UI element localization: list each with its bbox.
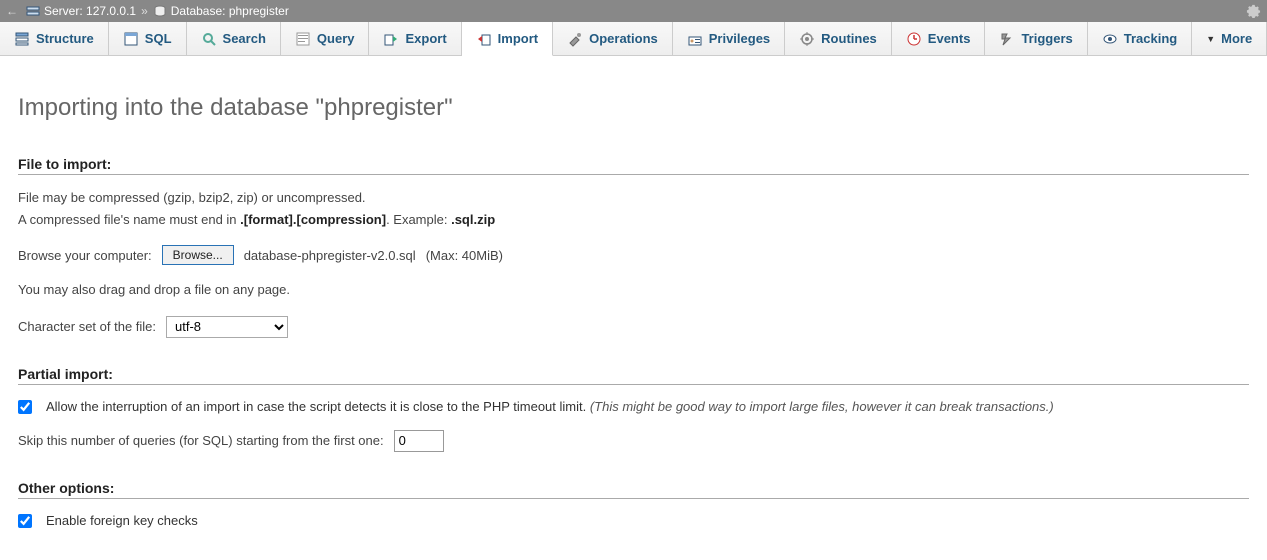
file-name-format-note: A compressed file's name must end in .[f… <box>18 211 1249 229</box>
skip-number-input[interactable] <box>394 430 444 452</box>
tab-search[interactable]: Search <box>187 22 281 55</box>
browse-row: Browse your computer: Browse... database… <box>18 245 1249 265</box>
tab-sql[interactable]: SQL <box>109 22 187 55</box>
tab-label: Search <box>223 31 266 46</box>
query-icon <box>295 31 311 47</box>
sql-icon <box>123 31 139 47</box>
tab-label: Routines <box>821 31 877 46</box>
tab-label: Structure <box>36 31 94 46</box>
structure-icon <box>14 31 30 47</box>
charset-row: Character set of the file: utf-8 <box>18 316 1249 338</box>
operations-icon <box>567 31 583 47</box>
page-title: Importing into the database "phpregister… <box>18 94 1249 122</box>
tab-label: Tracking <box>1124 31 1177 46</box>
tab-routines[interactable]: Routines <box>785 22 892 55</box>
tab-tracking[interactable]: Tracking <box>1088 22 1192 55</box>
tab-label: Export <box>405 31 446 46</box>
charset-select[interactable]: utf-8 <box>166 316 288 338</box>
tab-label: Query <box>317 31 355 46</box>
format-bold: .[format].[compression] <box>240 212 386 227</box>
server-icon <box>26 4 40 18</box>
fk-row: Enable foreign key checks <box>18 513 1249 528</box>
tracking-icon <box>1102 31 1118 47</box>
skip-label: Skip this number of queries (for SQL) st… <box>18 433 384 448</box>
text: Allow the interruption of an import in c… <box>46 399 590 414</box>
selected-filename: database-phpregister-v2.0.sql <box>244 248 416 263</box>
search-icon <box>201 31 217 47</box>
tab-label: Operations <box>589 31 658 46</box>
nav-tabs: Structure SQL Search Query Export Import… <box>0 22 1267 56</box>
dragdrop-note: You may also drag and drop a file on any… <box>18 281 1249 299</box>
tab-label: Events <box>928 31 971 46</box>
triggers-icon <box>999 31 1015 47</box>
export-icon <box>383 31 399 47</box>
tab-label: More <box>1221 31 1252 46</box>
section-partial-title: Partial import: <box>18 366 1249 385</box>
tab-label: SQL <box>145 31 172 46</box>
section-other-title: Other options: <box>18 480 1249 499</box>
back-arrow-icon[interactable]: ← <box>6 4 18 18</box>
browse-label: Browse your computer: <box>18 248 152 263</box>
text: A compressed file's name must end in <box>18 212 240 227</box>
tab-label: Privileges <box>709 31 770 46</box>
tab-label: Triggers <box>1021 31 1072 46</box>
tab-import[interactable]: Import <box>462 22 553 56</box>
tab-events[interactable]: Events <box>892 22 986 55</box>
example-bold: .sql.zip <box>451 212 495 227</box>
tab-query[interactable]: Query <box>281 22 370 55</box>
tab-triggers[interactable]: Triggers <box>985 22 1087 55</box>
events-icon <box>906 31 922 47</box>
tab-more[interactable]: ▼ More <box>1192 22 1267 55</box>
breadcrumb-database-link[interactable]: phpregister <box>229 4 289 18</box>
breadcrumb-server-link[interactable]: 127.0.0.1 <box>86 4 136 18</box>
privileges-icon <box>687 31 703 47</box>
tab-structure[interactable]: Structure <box>0 22 109 55</box>
breadcrumb-separator: » <box>141 4 148 18</box>
fk-label: Enable foreign key checks <box>46 513 198 528</box>
tab-export[interactable]: Export <box>369 22 461 55</box>
database-icon <box>153 4 167 18</box>
tab-operations[interactable]: Operations <box>553 22 673 55</box>
tab-privileges[interactable]: Privileges <box>673 22 785 55</box>
text: . Example: <box>386 212 451 227</box>
gear-icon[interactable] <box>1246 3 1261 18</box>
fk-checkbox[interactable] <box>18 514 32 528</box>
max-size: (Max: 40MiB) <box>426 248 503 263</box>
breadcrumb-database-label: Database: <box>171 4 226 18</box>
allow-interrupt-row: Allow the interruption of an import in c… <box>18 399 1249 414</box>
routines-icon <box>799 31 815 47</box>
allow-interrupt-label: Allow the interruption of an import in c… <box>46 399 1054 414</box>
section-file-title: File to import: <box>18 156 1249 175</box>
allow-interrupt-checkbox[interactable] <box>18 400 32 414</box>
tab-label: Import <box>498 31 538 46</box>
file-compress-note: File may be compressed (gzip, bzip2, zip… <box>18 189 1249 207</box>
skip-row: Skip this number of queries (for SQL) st… <box>18 430 1249 452</box>
charset-label: Character set of the file: <box>18 319 156 334</box>
hint-text: (This might be good way to import large … <box>590 399 1054 414</box>
browse-button[interactable]: Browse... <box>162 245 234 265</box>
import-icon <box>476 31 492 47</box>
main-content: Importing into the database "phpregister… <box>0 56 1267 560</box>
dropdown-caret-icon: ▼ <box>1206 34 1215 44</box>
breadcrumb-bar: ← Server: 127.0.0.1 » Database: phpregis… <box>0 0 1267 22</box>
breadcrumb-server-label: Server: <box>44 4 83 18</box>
